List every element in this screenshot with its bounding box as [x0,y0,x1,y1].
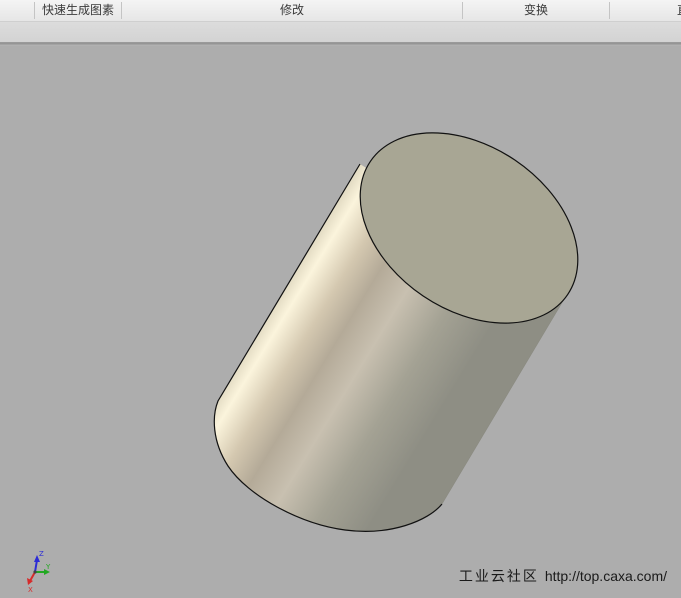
x-axis-label: X [28,586,33,594]
ribbon-group-quick-primitives[interactable]: 快速生成图素 [35,0,121,21]
viewport-canvas [213,132,579,532]
z-axis-label: Z [39,550,44,558]
toolbar-strip [0,22,681,43]
triad-origin [33,570,37,574]
3d-viewport[interactable]: Z Y X 工业云社区 http://top.caxa.com/ [0,46,681,594]
ribbon-group-transform[interactable]: 变换 [463,0,609,21]
ribbon-group-truncated-label: 直 [677,3,681,17]
axis-triad: Z Y X [27,550,51,594]
ribbon-group-modify[interactable]: 修改 [122,0,462,21]
ribbon-group-bar: 快速生成图素 修改 变换 直 [0,0,681,22]
ribbon-group-truncated[interactable]: 直 [610,0,681,21]
watermark-url: http://top.caxa.com/ [544,568,667,584]
y-axis-label: Y [45,563,51,571]
watermark: 工业云社区 http://top.caxa.com/ [459,566,667,586]
watermark-brand: 工业云社区 [458,569,539,585]
